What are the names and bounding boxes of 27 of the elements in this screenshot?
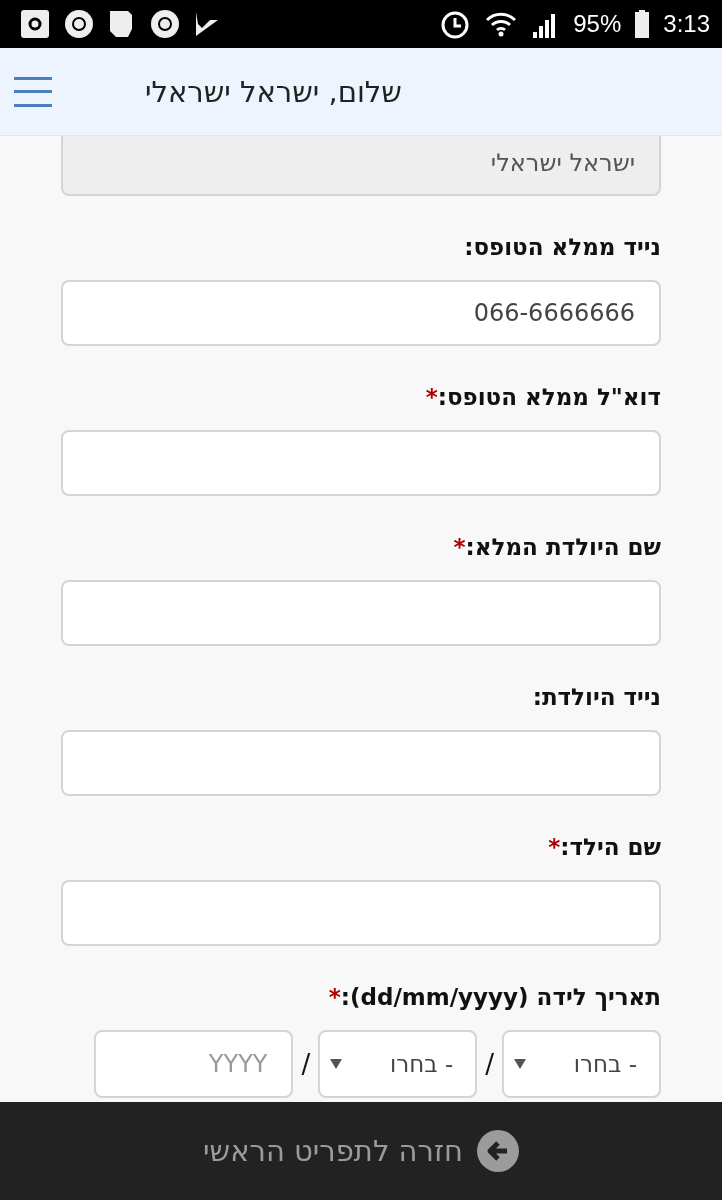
dropdown[interactable]: - בחרו — [318, 1030, 478, 1098]
field-label: שם היולדת המלא:* — [452, 533, 661, 562]
text-field[interactable] — [61, 730, 661, 796]
field-label: דוא"ל ממלא הטופס:* — [424, 383, 661, 412]
clock-time: 3:13 — [663, 10, 710, 38]
date-separator: / — [485, 1049, 494, 1079]
date-separator: / — [301, 1049, 311, 1079]
field-label: נייד היולדת: — [531, 683, 661, 712]
field-label: תאריך לידה (dd/mm/yyyy):* — [327, 983, 661, 1013]
chrome-icon — [64, 9, 94, 39]
back-to-main-menu-link[interactable]: חזרה לתפריט הראשי — [203, 1130, 519, 1172]
text-field[interactable]: 066-6666666 — [61, 280, 661, 346]
battery-icon — [635, 10, 650, 38]
caret-icon — [330, 1059, 343, 1069]
chrome-icon — [150, 9, 180, 39]
field-label: נייד ממלא הטופס: — [463, 233, 661, 262]
menu-button[interactable] — [14, 76, 52, 107]
battery-percent: 95% — [573, 10, 622, 38]
wifi-icon — [485, 11, 518, 37]
text-field[interactable] — [61, 580, 661, 646]
header-title: שלום, ישראל ישראלי — [145, 74, 402, 109]
text-field[interactable] — [61, 430, 661, 496]
year-field[interactable]: YYYY — [94, 1030, 294, 1098]
field-label: שם הילד:* — [547, 833, 661, 862]
text-field[interactable] — [61, 880, 661, 946]
caret-icon — [514, 1059, 526, 1069]
dropdown[interactable]: - בחרו — [502, 1030, 661, 1098]
